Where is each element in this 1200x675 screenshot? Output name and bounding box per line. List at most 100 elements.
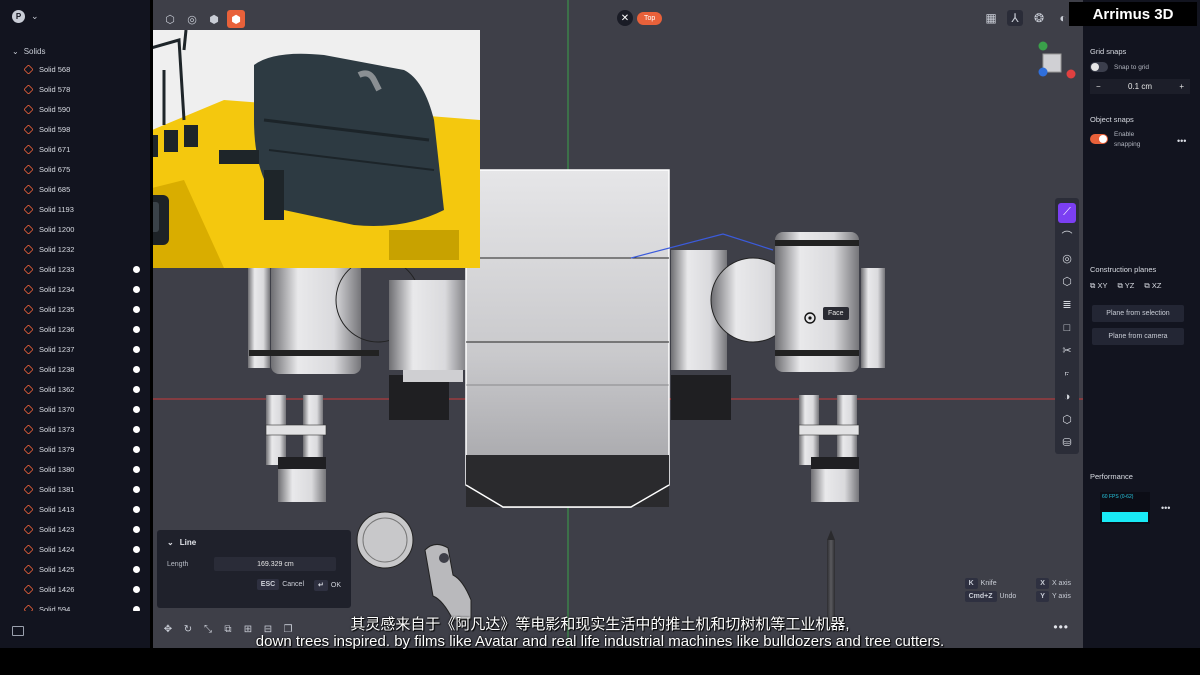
avatar[interactable]: P	[12, 9, 25, 23]
list-item[interactable]: Solid 1232	[24, 239, 144, 259]
solid-name: Solid 1232	[39, 244, 75, 254]
line-panel-header[interactable]: ⌄ Line	[167, 538, 341, 547]
length-input[interactable]: 169.329 cm	[214, 557, 337, 571]
axes-icon: ⅄	[1011, 11, 1019, 25]
solid-name: Solid 1362	[39, 384, 75, 394]
list-item[interactable]: Solid 1236	[24, 319, 144, 339]
solid-cube-icon	[24, 383, 34, 395]
visibility-dot-icon[interactable]	[133, 305, 140, 313]
plane-xz-button[interactable]: ⧉ XZ	[1144, 281, 1161, 291]
sidebar-header: P ⌄	[0, 0, 150, 32]
plus-icon[interactable]: +	[1179, 82, 1184, 91]
solid-view-button[interactable]: ⬢	[205, 10, 223, 28]
list-item[interactable]: Solid 594	[24, 599, 144, 611]
plane-from-camera-button[interactable]: Plane from camera	[1092, 328, 1184, 345]
visibility-dot-icon[interactable]	[133, 465, 140, 473]
list-item[interactable]: Solid 598	[24, 119, 144, 139]
list-item[interactable]: Solid 590	[24, 99, 144, 119]
list-item[interactable]: Solid 1200	[24, 219, 144, 239]
shortcut-label: Y axis	[1051, 593, 1071, 600]
shaded-view-button[interactable]: ◎	[183, 10, 201, 28]
box-tool-button[interactable]: ⬡	[1058, 410, 1076, 430]
visibility-dot-icon[interactable]	[133, 565, 140, 573]
list-item[interactable]: Solid 578	[24, 79, 144, 99]
plane-xy-label: XY	[1097, 281, 1108, 290]
visibility-dot-icon[interactable]	[133, 265, 140, 273]
visibility-dot-icon[interactable]	[133, 425, 140, 433]
snap-options-icon[interactable]: •••	[1177, 136, 1186, 146]
list-item[interactable]: Solid 1234	[24, 279, 144, 299]
curve-tool-button[interactable]: ⌒	[1058, 226, 1076, 246]
enable-snapping-toggle[interactable]	[1090, 134, 1108, 144]
view-name-tag[interactable]: Top	[637, 11, 663, 25]
list-item[interactable]: Solid 1362	[24, 379, 144, 399]
orientation-gizmo[interactable]	[1037, 40, 1077, 80]
visibility-dot-icon[interactable]	[133, 405, 140, 413]
solid-name: Solid 1370	[39, 404, 75, 414]
grid-toggle-button[interactable]: ▦	[983, 10, 999, 26]
polygon-tool-button[interactable]: ⬡	[1058, 272, 1076, 292]
list-item[interactable]: Solid 675	[24, 159, 144, 179]
list-item[interactable]: Solid 1424	[24, 539, 144, 559]
cylinder-tool-button[interactable]: ⛁	[1058, 433, 1076, 453]
cut-tool-button[interactable]: ✂	[1058, 341, 1076, 361]
visibility-dot-icon[interactable]	[133, 525, 140, 533]
wireframe-view-button[interactable]: ⬡	[161, 10, 179, 28]
list-item[interactable]: Solid 1425	[24, 559, 144, 579]
visibility-dot-icon[interactable]	[133, 605, 140, 611]
list-item[interactable]: Solid 1380	[24, 459, 144, 479]
list-item[interactable]: Solid 1238	[24, 359, 144, 379]
visibility-dot-icon[interactable]	[133, 505, 140, 513]
solid-name: Solid 1237	[39, 344, 75, 354]
visibility-dot-icon[interactable]	[133, 545, 140, 553]
list-item[interactable]: Solid 671	[24, 139, 144, 159]
list-item[interactable]: Solid 1373	[24, 419, 144, 439]
chevron-down-icon[interactable]: ⌄	[31, 11, 39, 22]
list-item[interactable]: Solid 1370	[24, 399, 144, 419]
cancel-button[interactable]: ESC Cancel	[256, 579, 304, 590]
visibility-dot-icon[interactable]	[133, 365, 140, 373]
list-item[interactable]: Solid 1193	[24, 199, 144, 219]
list-item[interactable]: Solid 1413	[24, 499, 144, 519]
ok-button[interactable]: ↵ OK	[314, 580, 341, 591]
axes-toggle-button[interactable]: ⅄	[1007, 10, 1023, 26]
snap-to-grid-toggle[interactable]	[1090, 62, 1108, 72]
plane-from-selection-button[interactable]: Plane from selection	[1092, 305, 1184, 322]
grid-size-stepper[interactable]: − 0.1 cm +	[1090, 79, 1190, 94]
line-tool-button[interactable]: ⟋	[1058, 202, 1076, 223]
list-item[interactable]: Solid 1381	[24, 479, 144, 499]
solids-group-header[interactable]: ⌄ Solids	[12, 47, 46, 56]
chevron-down-icon[interactable]: ⌄	[12, 47, 19, 56]
visibility-dot-icon[interactable]	[133, 385, 140, 393]
render-settings-button[interactable]: ❂	[1031, 10, 1047, 26]
visibility-dot-icon[interactable]	[133, 585, 140, 593]
plane-yz-button[interactable]: ⧉ YZ	[1117, 281, 1134, 291]
enter-key-icon: ↵	[314, 580, 328, 591]
minus-icon[interactable]: −	[1096, 82, 1101, 91]
circle-tool-button[interactable]: ◎	[1058, 249, 1076, 269]
stack-tool-button[interactable]: ≣	[1058, 295, 1076, 315]
rectangle-tool-button[interactable]: □	[1058, 318, 1076, 338]
chevron-down-icon[interactable]: ⌄	[167, 538, 174, 547]
list-item[interactable]: Solid 1426	[24, 579, 144, 599]
visibility-dot-icon[interactable]	[133, 485, 140, 493]
visibility-dot-icon[interactable]	[133, 345, 140, 353]
visibility-dot-icon[interactable]	[133, 325, 140, 333]
list-item[interactable]: Solid 1235	[24, 299, 144, 319]
grid-size-value[interactable]: 0.1 cm	[1128, 82, 1152, 91]
3d-viewport[interactable]: ⬡ ◎ ⬢ ⬢ ✕ Top ▦ ⅄ ❂ ◐ Face ⟋ ⌒ ◎ ⬡ ≣ □ ✂…	[153, 0, 1083, 648]
list-item[interactable]: Solid 1233	[24, 259, 144, 279]
plane-xy-button[interactable]: ⧉ XY	[1090, 281, 1107, 291]
performance-options-icon[interactable]: •••	[1161, 503, 1170, 513]
close-view-button[interactable]: ✕	[617, 10, 633, 26]
list-item[interactable]: Solid 685	[24, 179, 144, 199]
shell-tool-button[interactable]: ◑	[1058, 387, 1076, 407]
material-view-button[interactable]: ⬢	[227, 10, 245, 28]
fillet-tool-button[interactable]: ⟔	[1058, 364, 1076, 384]
list-item[interactable]: Solid 1237	[24, 339, 144, 359]
list-item[interactable]: Solid 1423	[24, 519, 144, 539]
list-item[interactable]: Solid 568	[24, 59, 144, 79]
list-item[interactable]: Solid 1379	[24, 439, 144, 459]
visibility-dot-icon[interactable]	[133, 445, 140, 453]
visibility-dot-icon[interactable]	[133, 285, 140, 293]
